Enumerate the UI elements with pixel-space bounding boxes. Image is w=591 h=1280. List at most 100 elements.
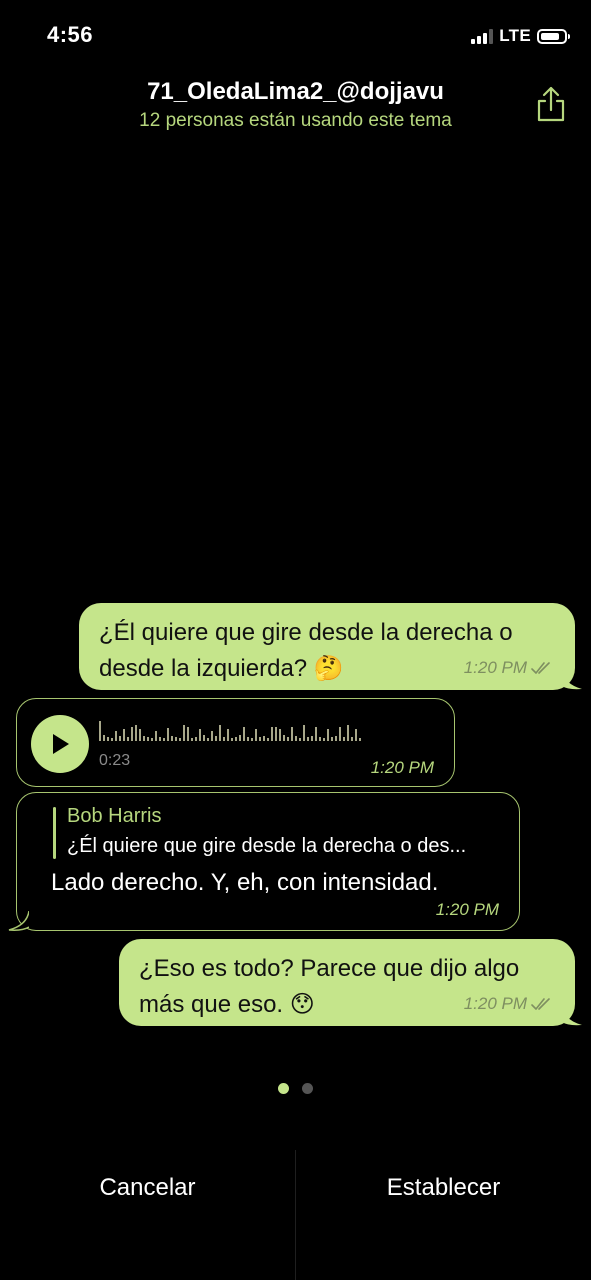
waveform-bar (119, 736, 121, 741)
waveform-bar (303, 725, 305, 741)
cancel-button[interactable]: Cancelar (0, 1150, 295, 1226)
waveform-bar (207, 738, 209, 741)
message-text: Lado derecho. Y, eh, con intensidad. (51, 869, 439, 896)
waveform-bar (311, 736, 313, 741)
waveform-bar (103, 735, 105, 741)
waveform-bar (347, 725, 349, 741)
share-icon (537, 86, 565, 122)
voice-duration: 0:23 (99, 752, 131, 769)
message-time: 1:20 PM (463, 994, 527, 1013)
waveform-bar (159, 737, 161, 741)
waveform-bar (195, 737, 197, 741)
set-theme-button[interactable]: Establecer (296, 1150, 591, 1226)
waveform-bar (151, 738, 153, 741)
waveform-bar (343, 737, 345, 741)
waveform-bar (219, 725, 221, 741)
waveform-bar (235, 737, 237, 741)
double-check-icon (531, 662, 550, 674)
theme-usage-count: 12 personas están usando este tema (139, 110, 452, 131)
waveform-bar (203, 735, 205, 741)
waveform-bar (319, 737, 321, 741)
waveform-bar (307, 737, 309, 741)
bubble-tail (562, 1006, 582, 1026)
waveform-bar (283, 735, 285, 741)
play-icon (53, 734, 69, 754)
waveform-bar (299, 738, 301, 741)
waveform-bar (243, 727, 245, 741)
message-time: 1:20 PM (370, 758, 434, 777)
double-check-icon (531, 998, 550, 1010)
waveform-bar (231, 738, 233, 741)
waveform-bar (323, 738, 325, 741)
message-time: 1:20 PM (435, 900, 499, 919)
reply-accent-bar (53, 807, 56, 859)
waveform-bar (259, 737, 261, 741)
waveform-bar (287, 737, 289, 741)
waveform-bar (111, 738, 113, 741)
waveform-bar (187, 727, 189, 741)
battery-icon (537, 28, 570, 44)
message-bubble-outgoing[interactable]: ¿Él quiere que gire desde la derecha o d… (79, 603, 582, 690)
waveform-bar (163, 738, 165, 741)
waveform-bar (279, 729, 281, 741)
page-indicator-dot[interactable] (302, 1083, 313, 1094)
waveform-bar (143, 736, 145, 741)
network-type: LTE (499, 26, 531, 45)
waveform-bar (167, 728, 169, 741)
waveform-bar (291, 727, 293, 741)
message-meta: 1:20 PM (464, 658, 553, 678)
reply-author: Bob Harris (67, 805, 162, 827)
waveform-bar (211, 731, 213, 741)
reply-message-bubble[interactable]: Bob Harris ¿Él quiere que gire desde la … (8, 792, 520, 931)
waveform-bar (267, 738, 269, 741)
voice-waveform[interactable] (99, 719, 361, 741)
waveform-bar (99, 721, 101, 741)
waveform-bar (295, 736, 297, 741)
waveform-bar (255, 729, 257, 741)
waveform-bar (139, 729, 141, 741)
waveform-bar (359, 738, 361, 741)
waveform-bar (275, 727, 277, 741)
waveform-bar (123, 729, 125, 741)
waveform-bar (351, 737, 353, 741)
status-time: 4:56 (47, 22, 94, 47)
share-button[interactable] (533, 84, 569, 124)
message-bubble-outgoing[interactable]: ¿Eso es todo? Parece que dijo algo más q… (119, 939, 582, 1026)
page-indicator-dot-active[interactable] (278, 1083, 289, 1094)
signal-icon (471, 28, 494, 44)
status-indicators: LTE (471, 26, 570, 46)
message-text: más que eso. 😯 (139, 991, 315, 1018)
message-meta: 1:20 PM (464, 994, 553, 1014)
message-text: ¿Eso es todo? Parece que dijo algo (139, 955, 520, 982)
waveform-bar (315, 727, 317, 741)
waveform-bar (115, 731, 117, 741)
waveform-bar (155, 731, 157, 741)
message-time: 1:20 PM (463, 658, 527, 677)
waveform-bar (247, 737, 249, 741)
waveform-bar (335, 736, 337, 741)
waveform-bar (251, 738, 253, 741)
message-text: ¿Él quiere que gire desde la derecha o (99, 619, 513, 646)
voice-message-bubble[interactable]: 0:23 1:20 PM (16, 698, 455, 787)
waveform-bar (215, 736, 217, 741)
waveform-bar (135, 725, 137, 741)
waveform-bar (107, 737, 109, 741)
waveform-bar (179, 738, 181, 741)
waveform-bar (331, 737, 333, 741)
waveform-bar (191, 738, 193, 741)
waveform-bar (183, 725, 185, 741)
reply-quote[interactable]: ¿Él quiere que gire desde la derecha o d… (67, 835, 466, 858)
waveform-bar (327, 729, 329, 741)
waveform-bar (355, 729, 357, 741)
waveform-bar (199, 729, 201, 741)
waveform-bar (263, 736, 265, 741)
play-button[interactable] (31, 715, 89, 773)
theme-title: 71_OledaLima2_@dojjavu (147, 78, 444, 105)
waveform-bar (175, 737, 177, 741)
waveform-bar (271, 727, 273, 741)
bubble-tail (562, 670, 582, 690)
waveform-bar (127, 737, 129, 741)
bubble-tail (8, 911, 29, 931)
waveform-bar (171, 736, 173, 741)
waveform-bar (339, 727, 341, 741)
